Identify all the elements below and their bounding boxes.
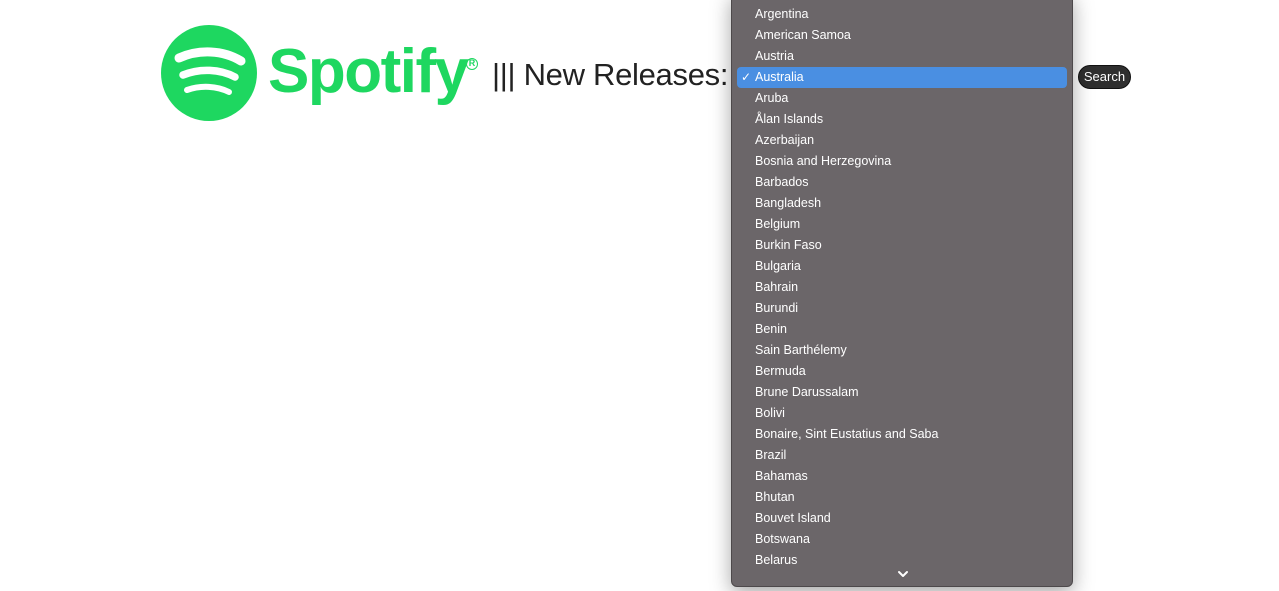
country-option[interactable]: Bulgaria: [737, 256, 1067, 277]
country-option-label: Bahrain: [755, 280, 799, 294]
country-option[interactable]: Bolivi: [737, 403, 1067, 424]
country-option-label: Aruba: [755, 91, 789, 105]
country-option-label: Bolivi: [755, 406, 785, 420]
country-option-label: Sain Barthélemy: [755, 343, 847, 357]
country-option-label: Brune Darussalam: [755, 385, 859, 399]
country-option-label: Azerbaijan: [755, 133, 815, 147]
country-option-label: Bhutan: [755, 490, 795, 504]
page: Spotify R ||| New Releases: Search Argen…: [0, 0, 1279, 591]
country-option[interactable]: Belgium: [737, 214, 1067, 235]
country-option-label: Australia: [755, 70, 804, 84]
country-option[interactable]: Sain Barthélemy: [737, 340, 1067, 361]
country-option-label: Bulgaria: [755, 259, 801, 273]
registered-icon: R: [466, 58, 478, 70]
country-option-label: Bonaire, Sint Eustatius and Saba: [755, 427, 939, 441]
country-option[interactable]: Bahrain: [737, 277, 1067, 298]
logo-wordmark: Spotify: [268, 37, 469, 106]
country-option-label: Belgium: [755, 217, 801, 231]
page-heading: ||| New Releases:: [492, 57, 729, 92]
country-option[interactable]: Bahamas: [737, 466, 1067, 487]
country-option[interactable]: American Samoa: [737, 25, 1067, 46]
country-option-list: Argentina American Samoa Austria ✓ Australia…: [737, 4, 1067, 571]
country-option[interactable]: Botswana: [737, 529, 1067, 550]
checkmark-icon: ✓: [741, 70, 752, 84]
country-option[interactable]: Brazil: [737, 445, 1067, 466]
country-option[interactable]: Barbados: [737, 172, 1067, 193]
country-option[interactable]: Benin: [737, 319, 1067, 340]
country-option[interactable]: Burkin Faso: [737, 235, 1067, 256]
country-option-label: Bermuda: [755, 364, 806, 378]
country-option-label: Bahamas: [755, 469, 808, 483]
country-dropdown-menu[interactable]: Argentina American Samoa Austria ✓ Australia…: [731, 0, 1073, 587]
country-option-label: Bouvet Island: [755, 511, 831, 525]
spotify-logo-icon: [161, 25, 257, 121]
country-option-label: Burundi: [755, 301, 799, 315]
search-button[interactable]: Search: [1078, 65, 1131, 89]
country-option-label: Botswana: [755, 532, 810, 546]
country-option-label: Barbados: [755, 175, 809, 189]
country-option[interactable]: Bangladesh: [737, 193, 1067, 214]
country-option[interactable]: Bhutan: [737, 487, 1067, 508]
country-option[interactable]: Brune Darussalam: [737, 382, 1067, 403]
country-option[interactable]: Bermuda: [737, 361, 1067, 382]
country-option-label: Bosnia and Herzegovina: [755, 154, 892, 168]
country-option[interactable]: ✓ Australia: [737, 67, 1067, 88]
country-option-label: Brazil: [755, 448, 787, 462]
country-option[interactable]: Bouvet Island: [737, 508, 1067, 529]
country-option[interactable]: Azerbaijan: [737, 130, 1067, 151]
country-option[interactable]: Bosnia and Herzegovina: [737, 151, 1067, 172]
country-option-label: Bangladesh: [755, 196, 822, 210]
country-option[interactable]: Austria: [737, 46, 1067, 67]
country-option[interactable]: Argentina: [737, 4, 1067, 25]
country-option-label: Austria: [755, 49, 794, 63]
country-option-label: Benin: [755, 322, 787, 336]
country-option-label: Argentina: [755, 7, 809, 21]
country-option[interactable]: Aruba: [737, 88, 1067, 109]
country-option[interactable]: Bonaire, Sint Eustatius and Saba: [737, 424, 1067, 445]
country-option[interactable]: Ålan Islands: [737, 109, 1067, 130]
country-option-label: American Samoa: [755, 28, 851, 42]
chevron-down-icon[interactable]: [895, 568, 911, 580]
country-option-label: Belarus: [755, 553, 798, 567]
country-option-label: Ålan Islands: [755, 112, 824, 126]
country-option[interactable]: Burundi: [737, 298, 1067, 319]
country-option-label: Burkin Faso: [755, 238, 822, 252]
